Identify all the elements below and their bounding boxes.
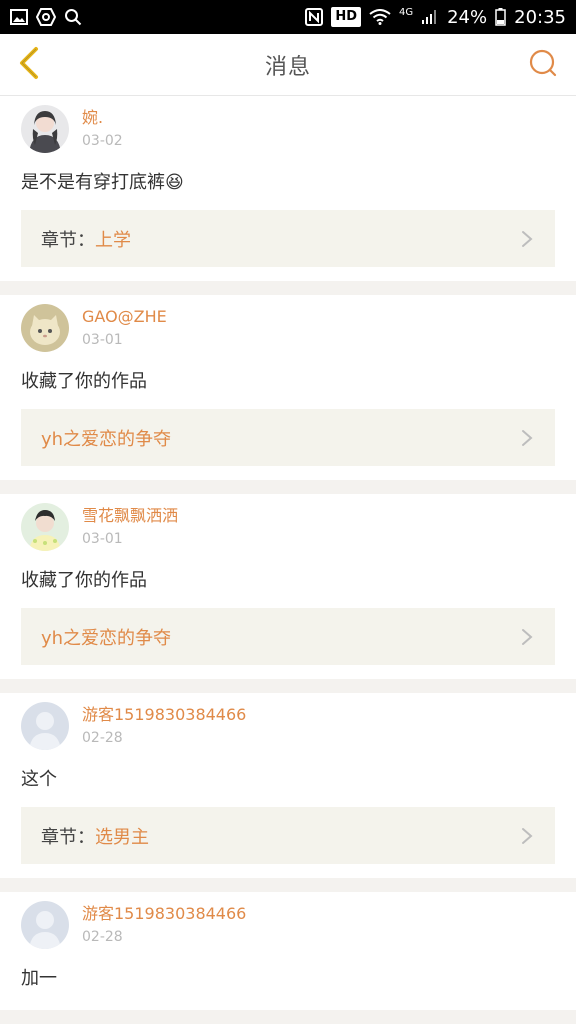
network-type: 4G [398, 6, 414, 18]
battery-percent: 24% [447, 6, 488, 28]
chevron-right-icon [521, 429, 535, 447]
ref-content: yh之爱恋的争夺 [41, 624, 171, 650]
message-date: 02-28 [82, 928, 123, 945]
work-link[interactable]: yh之爱恋的争夺 [21, 608, 555, 665]
status-right: HD 4G 24% 20:35 [305, 7, 566, 28]
ref-label: 章节： [41, 826, 95, 848]
search-icon [529, 49, 557, 81]
ref-content: 章节： 选男主 [41, 823, 149, 849]
message-text: 这个 [21, 769, 57, 790]
work-link[interactable]: yh之爱恋的争夺 [21, 409, 555, 466]
message-header: 雪花飘飘洒洒 03-01 [21, 502, 555, 552]
username[interactable]: 游客1519830384466 [82, 904, 246, 924]
message-date: 03-02 [82, 132, 123, 149]
default-avatar-icon[interactable] [21, 901, 69, 949]
message-header: 游客1519830384466 02-28 [21, 701, 555, 751]
message-card: 游客1519830384466 02-28 这个 章节： 选男主 [0, 693, 576, 878]
title-bar: 消息 [0, 34, 576, 96]
avatar[interactable] [21, 503, 69, 551]
message-meta: 婉. 03-02 [82, 108, 123, 151]
message-header: 游客1519830384466 02-28 [21, 900, 555, 950]
message-card: 雪花飘飘洒洒 03-01 收藏了你的作品 yh之爱恋的争夺 [0, 494, 576, 679]
settings-hex-icon [36, 8, 56, 26]
message-card: 游客1519830384466 02-28 加一 [0, 892, 576, 1010]
message-date: 03-01 [82, 331, 123, 348]
username[interactable]: 婉. [82, 108, 123, 128]
back-button[interactable] [10, 46, 48, 84]
hd-badge: HD [331, 7, 361, 27]
message-header: GAO@ZHE 03-01 [21, 303, 555, 353]
username[interactable]: GAO@ZHE [82, 307, 167, 327]
message-meta: GAO@ZHE 03-01 [82, 307, 167, 350]
battery-icon [495, 8, 506, 26]
search-button[interactable] [526, 48, 560, 82]
clock: 20:35 [514, 6, 566, 28]
message-text: 是不是有穿打底裤😆 [21, 172, 184, 193]
message-header: 婉. 03-02 [21, 104, 555, 154]
chapter-link[interactable]: 章节： 上学 [21, 210, 555, 267]
ref-content: yh之爱恋的争夺 [41, 425, 171, 451]
message-date: 02-28 [82, 729, 123, 746]
chevron-right-icon [521, 827, 535, 845]
avatar[interactable] [21, 304, 69, 352]
chapter-link[interactable]: 章节： 选男主 [21, 807, 555, 864]
message-meta: 游客1519830384466 02-28 [82, 705, 246, 748]
chevron-left-icon [17, 46, 41, 84]
message-meta: 雪花飘飘洒洒 03-01 [82, 506, 178, 549]
image-icon [10, 9, 28, 25]
ref-label: 章节： [41, 229, 95, 251]
wifi-icon [369, 9, 391, 25]
message-meta: 游客1519830384466 02-28 [82, 904, 246, 947]
signal-icon [421, 9, 439, 25]
search-icon [64, 8, 82, 26]
avatar[interactable] [21, 105, 69, 153]
ref-title: 选男主 [95, 826, 149, 848]
ref-content: 章节： 上学 [41, 226, 131, 252]
page-title: 消息 [264, 54, 311, 80]
message-text: 收藏了你的作品 [21, 570, 147, 591]
message-list[interactable]: 婉. 03-02 是不是有穿打底裤😆 章节： 上学 GAO@ZHE 03-01 [0, 96, 576, 1024]
status-bar: HD 4G 24% 20:35 [0, 0, 576, 34]
message-date: 03-01 [82, 530, 123, 547]
ref-title: 上学 [95, 229, 131, 251]
ref-title: yh之爱恋的争夺 [41, 428, 172, 450]
status-left [10, 8, 82, 26]
chevron-right-icon [521, 628, 535, 646]
message-card: 婉. 03-02 是不是有穿打底裤😆 章节： 上学 [0, 96, 576, 281]
chevron-right-icon [521, 230, 535, 248]
ref-title: yh之爱恋的争夺 [41, 627, 172, 649]
default-avatar-icon[interactable] [21, 702, 69, 750]
username[interactable]: 游客1519830384466 [82, 705, 246, 725]
message-card: GAO@ZHE 03-01 收藏了你的作品 yh之爱恋的争夺 [0, 295, 576, 480]
username[interactable]: 雪花飘飘洒洒 [82, 506, 178, 526]
message-text: 收藏了你的作品 [21, 371, 147, 392]
nfc-icon [305, 8, 324, 26]
message-text: 加一 [21, 968, 57, 989]
